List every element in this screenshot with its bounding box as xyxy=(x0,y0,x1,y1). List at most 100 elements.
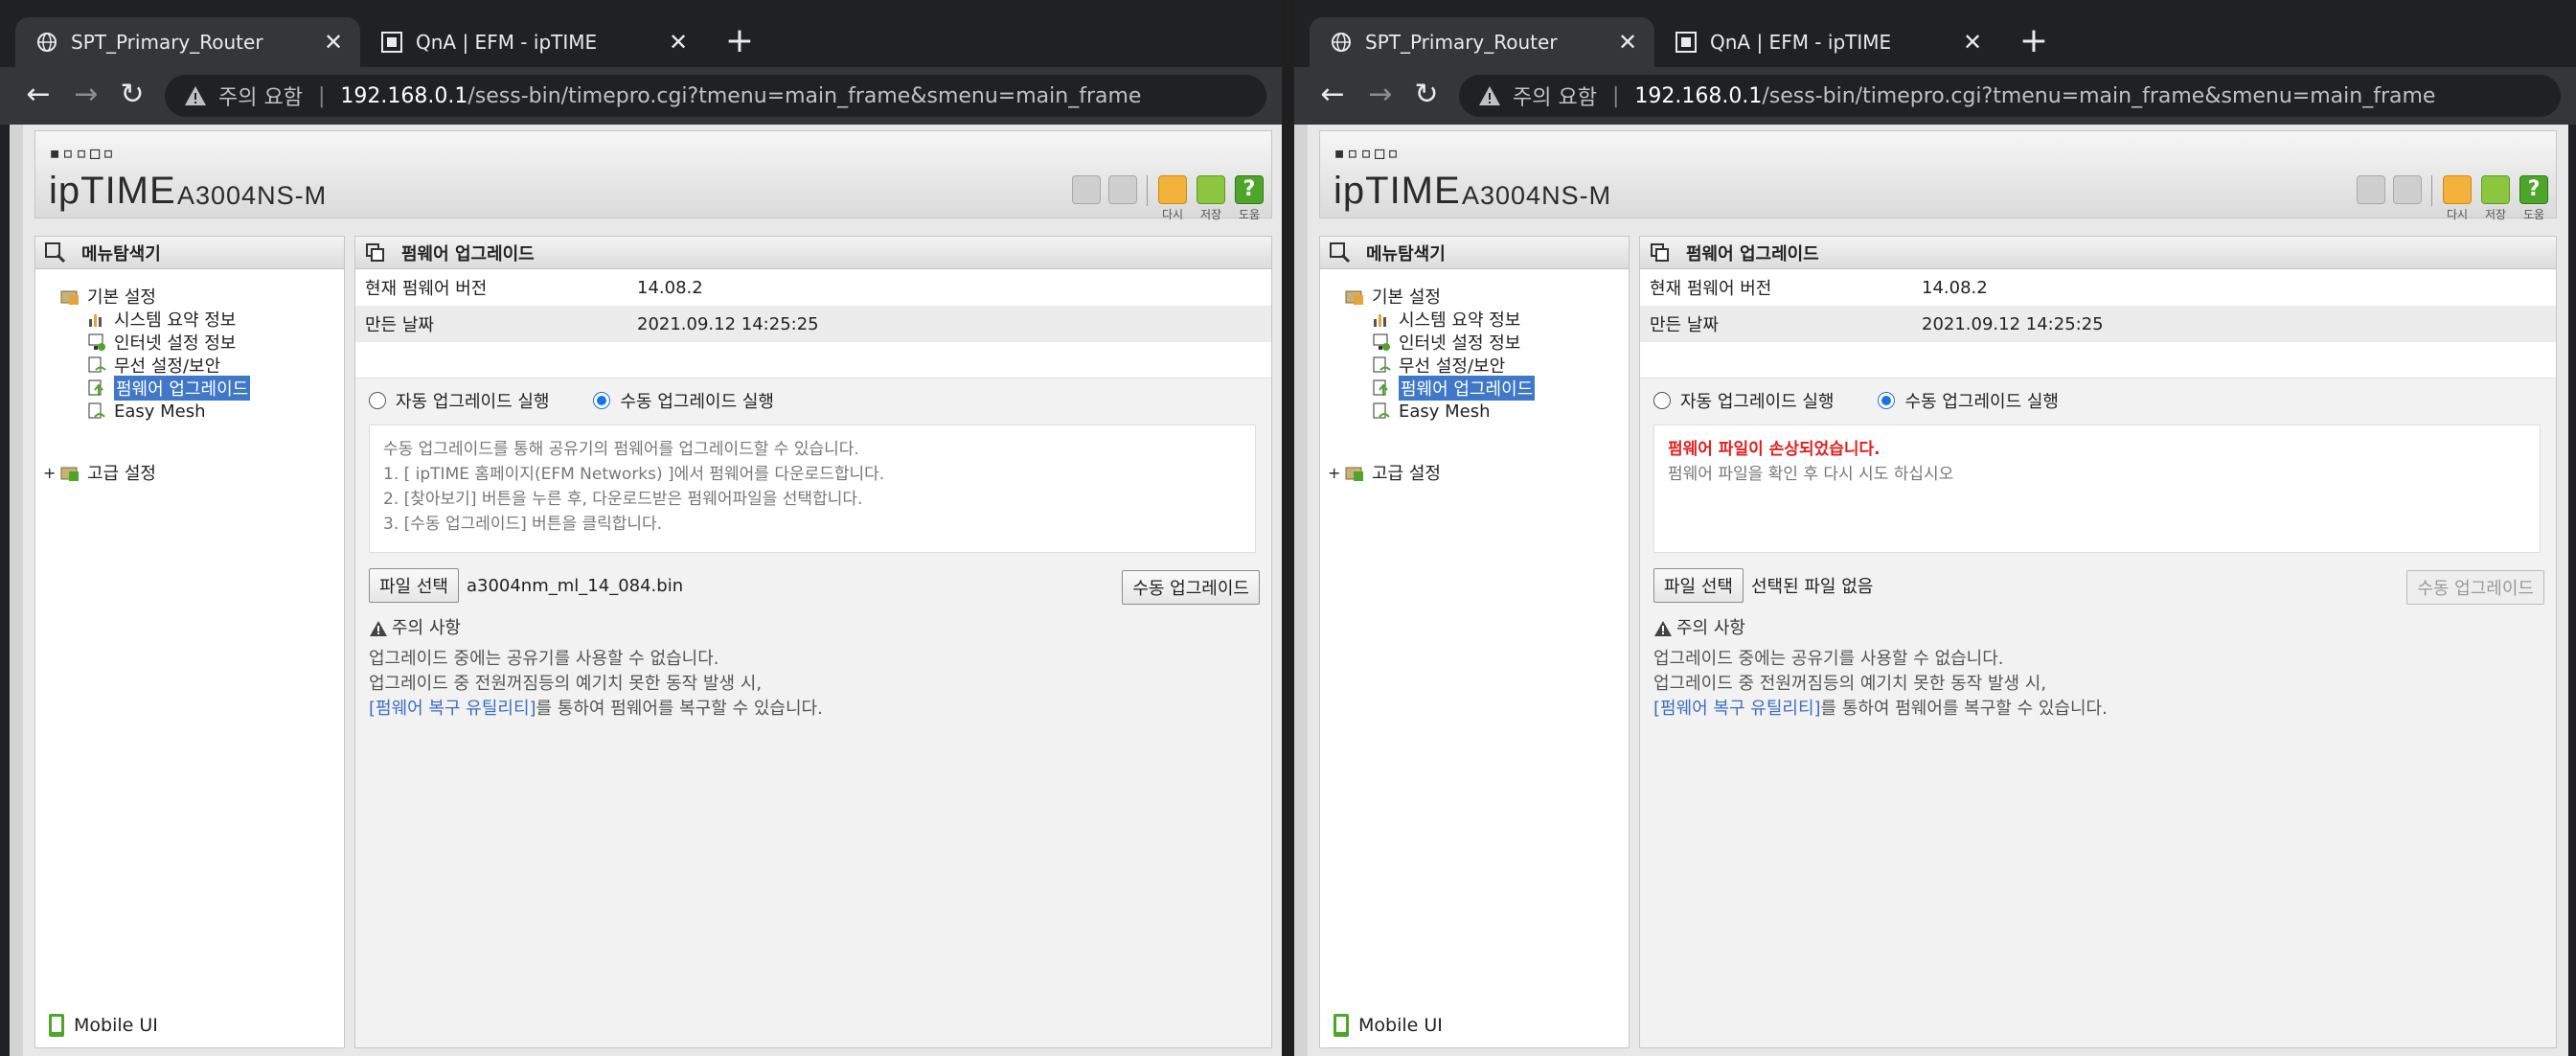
redo-button[interactable] xyxy=(1158,175,1187,204)
tab-router[interactable]: SPT_Primary_Router ✕ xyxy=(15,17,360,67)
menu-group-advanced[interactable]: + 고급 설정 xyxy=(1328,461,1441,485)
recovery-utility-link[interactable]: [펌웨어 복구 유틸리티] xyxy=(1653,699,1821,719)
logout-button[interactable] xyxy=(1108,175,1137,204)
iptime-logo: ipTIME xyxy=(49,170,176,212)
forward-button[interactable]: → xyxy=(69,79,103,113)
new-tab-button[interactable]: + xyxy=(2017,24,2051,59)
menu-explorer-title: 메뉴탐색기 xyxy=(1366,243,1446,264)
url-host: 192.168.0.1 xyxy=(340,83,468,108)
menu-explorer: 메뉴탐색기 기본 설정 시스템 요약 정보 인터넷 설정 정보 무선 설정/보안… xyxy=(34,236,345,1048)
close-icon[interactable]: ✕ xyxy=(1614,29,1641,56)
firmware-panel-header: 펌웨어 업그레이드 xyxy=(1640,237,2556,269)
reload-button[interactable]: ↻ xyxy=(115,79,149,113)
close-icon[interactable]: ✕ xyxy=(665,29,692,56)
tab-qna[interactable]: QnA | EFM - ipTIME ✕ xyxy=(360,17,705,67)
warning-icon xyxy=(1654,621,1672,636)
instruction-line: 수동 업그레이드를 통해 공유기의 펌웨어를 업그레이드할 수 있습니다. xyxy=(383,440,859,459)
new-tab-button[interactable]: + xyxy=(722,24,757,59)
home-button[interactable] xyxy=(1072,175,1101,204)
close-icon[interactable]: ✕ xyxy=(1959,29,1986,56)
menu-group-basic[interactable]: 기본 설정 xyxy=(60,285,156,308)
save-button[interactable] xyxy=(1197,175,1225,204)
folder-icon xyxy=(1345,290,1363,305)
redo-button[interactable] xyxy=(2443,175,2472,204)
radio-auto[interactable] xyxy=(1653,392,1671,409)
version-value: 14.08.2 xyxy=(637,277,703,298)
router-page: ▪▫▫◻▫ ipTIME A3004NS-M ? 다시 저장 도움 메뉴탐색기 xyxy=(1294,125,2568,1056)
sidebar-item-firmware[interactable]: 펌웨어 업그레이드 xyxy=(1372,376,1536,401)
manual-upgrade-button[interactable]: 수동 업그레이드 xyxy=(1122,570,1260,605)
router-header: ▪▫▫◻▫ ipTIME A3004NS-M ? 다시 저장 도움 xyxy=(1319,130,2557,221)
menu-group-advanced[interactable]: + 고급 설정 xyxy=(43,461,156,485)
browser-toolbar: ← → ↻ 주의 요함 | 192.168.0.1 /sess-bin/time… xyxy=(1294,67,2576,125)
file-select-button[interactable]: 파일 선택 xyxy=(1653,568,1744,603)
sidebar-item-system-summary[interactable]: 시스템 요약 정보 xyxy=(87,308,236,331)
manual-upgrade-button[interactable]: 수동 업그레이드 xyxy=(2406,570,2544,605)
search-icon xyxy=(45,241,66,263)
address-bar[interactable]: 주의 요함 | 192.168.0.1 /sess-bin/timepro.cg… xyxy=(165,75,1266,117)
monitor-icon xyxy=(1373,333,1390,351)
spacer-row xyxy=(355,342,1271,379)
date-row: 만든 날짜 2021.09.12 14:25:25 xyxy=(1640,306,2556,342)
mobile-ui-label: Mobile UI xyxy=(1358,1015,1443,1036)
version-row: 현재 펌웨어 버전 14.08.2 xyxy=(355,269,1271,306)
radio-manual[interactable] xyxy=(593,392,611,409)
sidebar-item-system-summary[interactable]: 시스템 요약 정보 xyxy=(1372,308,1520,331)
forward-button[interactable]: → xyxy=(1363,79,1398,113)
sidebar-item-wireless[interactable]: 무선 설정/보안 xyxy=(1372,354,1505,377)
caution-line: 업그레이드 중 전원꺼짐등의 예기치 못한 동작 발생 시, xyxy=(1653,674,2047,694)
sidebar-item-firmware[interactable]: 펌웨어 업그레이드 xyxy=(87,376,251,401)
sidebar-item-easy-mesh[interactable]: Easy Mesh xyxy=(87,400,206,423)
sidebar-item-label: Easy Mesh xyxy=(1399,401,1491,422)
iptime-favicon-icon xyxy=(1676,32,1697,53)
sidebar-item-internet[interactable]: 인터넷 설정 정보 xyxy=(87,331,236,354)
caution-line-rest: 를 통하여 펌웨어를 복구할 수 있습니다. xyxy=(1820,699,2108,719)
back-button[interactable]: ← xyxy=(21,79,56,113)
address-divider: | xyxy=(317,83,326,108)
firmware-panel: 펌웨어 업그레이드 현재 펌웨어 버전 14.08.2 만든 날짜 2021.0… xyxy=(1639,236,2557,1048)
mobile-ui-link[interactable]: Mobile UI xyxy=(1332,1013,1443,1038)
help-button[interactable]: ? xyxy=(1235,175,1264,204)
sidebar-item-internet[interactable]: 인터넷 설정 정보 xyxy=(1372,331,1520,354)
menu-group-basic[interactable]: 기본 설정 xyxy=(1345,285,1441,308)
date-value: 2021.09.12 14:25:25 xyxy=(637,313,819,334)
back-button[interactable]: ← xyxy=(1315,79,1350,113)
tab-bar: SPT_Primary_Router ✕ QnA | EFM - ipTIME … xyxy=(1294,0,2576,77)
caution-section: 주의 사항 업그레이드 중에는 공유기를 사용할 수 없습니다. 업그레이드 중… xyxy=(369,616,823,722)
date-label: 만든 날짜 xyxy=(365,315,434,335)
address-bar[interactable]: 주의 요함 | 192.168.0.1 /sess-bin/timepro.cg… xyxy=(1459,75,2561,117)
logo-dots: ▪▫▫◻▫ xyxy=(1334,141,1402,164)
warning-icon xyxy=(1479,86,1500,105)
radio-auto[interactable] xyxy=(369,392,386,409)
warning-icon xyxy=(370,621,387,636)
logo-dots: ▪▫▫◻▫ xyxy=(49,141,117,164)
save-label: 저장 xyxy=(2484,208,2507,221)
error-detail: 펌웨어 파일을 확인 후 다시 시도 하십시오 xyxy=(1668,465,1954,484)
sidebar-item-label: 펌웨어 업그레이드 xyxy=(1399,376,1536,401)
sidebar-item-easy-mesh[interactable]: Easy Mesh xyxy=(1372,400,1491,423)
reload-button[interactable]: ↻ xyxy=(1409,79,1444,113)
tab-qna[interactable]: QnA | EFM - ipTIME ✕ xyxy=(1654,17,1999,67)
caution-line: 업그레이드 중에는 공유기를 사용할 수 없습니다. xyxy=(369,649,719,669)
recovery-utility-link[interactable]: [펌웨어 복구 유틸리티] xyxy=(369,699,536,719)
radio-manual-label: 수동 업그레이드 실행 xyxy=(1904,392,2059,412)
expand-icon[interactable]: + xyxy=(43,464,57,482)
radio-manual[interactable] xyxy=(1878,392,1896,409)
home-button[interactable] xyxy=(2357,175,2385,204)
tab-router[interactable]: SPT_Primary_Router ✕ xyxy=(1310,17,1654,67)
globe-icon xyxy=(1331,32,1352,53)
help-button[interactable]: ? xyxy=(2519,175,2548,204)
router-header: ▪▫▫◻▫ ipTIME A3004NS-M ? 다시 저장 도움 xyxy=(34,130,1272,221)
phone-icon xyxy=(49,1014,64,1037)
save-button[interactable] xyxy=(2481,175,2510,204)
close-icon[interactable]: ✕ xyxy=(320,29,347,56)
mobile-ui-link[interactable]: Mobile UI xyxy=(47,1013,158,1038)
file-select-button[interactable]: 파일 선택 xyxy=(369,568,459,603)
mesh-icon xyxy=(1373,402,1390,419)
expand-icon[interactable]: + xyxy=(1328,464,1341,482)
menu-group-label: 기본 설정 xyxy=(87,287,156,308)
menu-group-label: 고급 설정 xyxy=(87,464,156,484)
sidebar-item-wireless[interactable]: 무선 설정/보안 xyxy=(87,354,220,377)
logout-button[interactable] xyxy=(2393,175,2422,204)
redo-label: 다시 xyxy=(2446,208,2469,221)
